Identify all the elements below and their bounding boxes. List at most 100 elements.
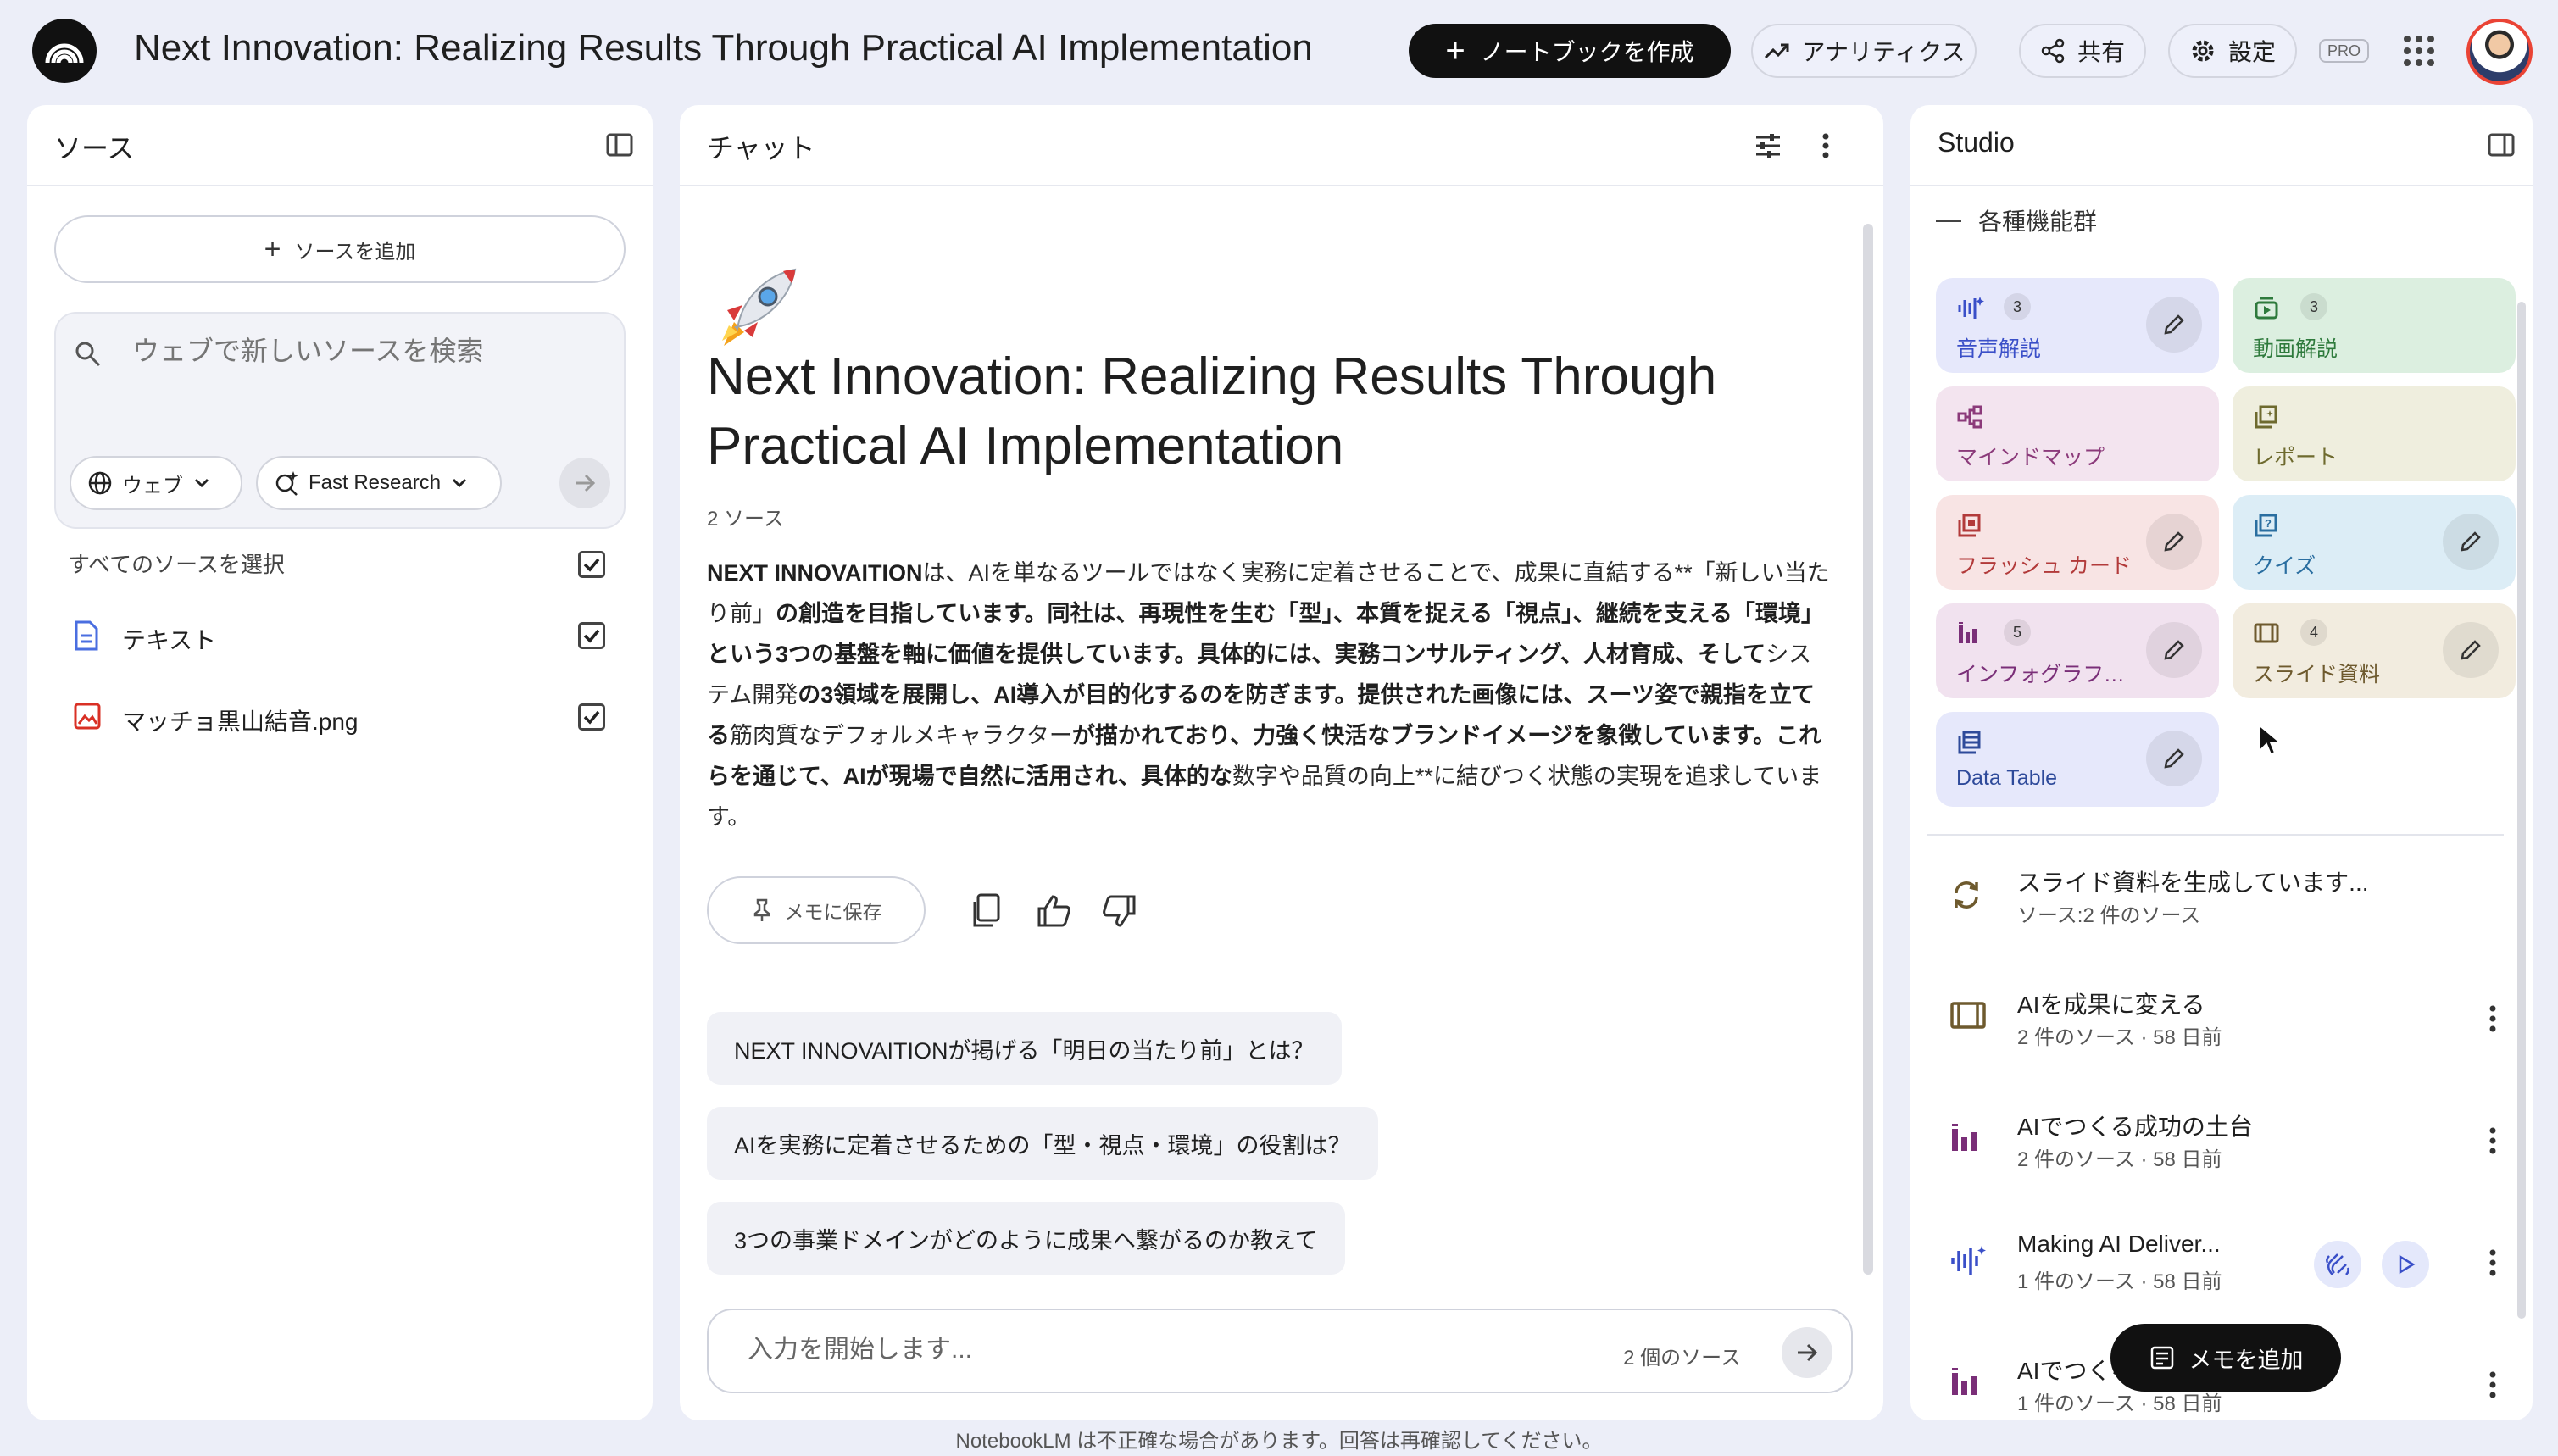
chat-input[interactable] <box>748 1336 1510 1364</box>
web-scope-dropdown[interactable]: ウェブ <box>70 456 242 510</box>
research-mode-dropdown[interactable]: Fast Research <box>256 456 502 510</box>
edit-button[interactable] <box>2146 514 2202 570</box>
disclaimer-footer: NotebookLM は不正確な場合があります。回答は再確認してください。 <box>955 1430 1603 1453</box>
quiz-icon: ? <box>2255 514 2277 537</box>
chat-header: チャット <box>680 105 1883 186</box>
sources-panel: ソース + ソースを追加 ウェブ Fast Research すべてのソースを選… <box>27 105 653 1420</box>
more-vert-icon[interactable] <box>2488 1246 2497 1280</box>
edit-button[interactable] <box>2443 514 2499 570</box>
add-memo-label: メモを追加 <box>2188 1347 2304 1373</box>
pencil-icon <box>2164 314 2184 335</box>
settings-button[interactable]: 設定 <box>2168 24 2297 78</box>
studio-scrollbar[interactable] <box>2517 302 2526 1319</box>
audio-overview-tile[interactable]: 3 音声解説 <box>1936 278 2219 373</box>
suggested-question[interactable]: NEXT INNOVAITIONが掲げる「明日の当たり前」とは？ <box>707 1012 1342 1085</box>
tune-icon[interactable] <box>1753 131 1783 161</box>
note-item[interactable]: AIでつくる成功の土台 2 件のソース · 58 日前 <box>1910 1090 2533 1200</box>
tile-label: スライド資料 <box>2253 663 2381 686</box>
image-icon <box>74 703 101 730</box>
studio-header: Studio <box>1910 105 2533 186</box>
share-label: 共有 <box>2077 39 2125 65</box>
note-title: Making AI Deliver... <box>2017 1231 2221 1257</box>
check-icon <box>583 629 600 643</box>
collapse-dash-icon <box>1936 219 1961 222</box>
source-name: マッチョ黒山結音.png <box>122 709 359 735</box>
play-button[interactable] <box>2382 1241 2429 1288</box>
more-vert-icon[interactable] <box>2488 1124 2497 1158</box>
sources-header: ソース <box>27 105 653 186</box>
report-tile[interactable]: レポート <box>2233 386 2516 481</box>
tile-count-badge: 3 <box>2004 293 2031 320</box>
edit-button[interactable] <box>2146 731 2202 786</box>
chat-summary: NEXT INNOVAITIONは、AIを単なるツールではなく実務に定着させるこ… <box>707 560 1830 830</box>
data-table-tile[interactable]: Data Table <box>1936 712 2219 807</box>
send-button[interactable] <box>1782 1327 1832 1378</box>
source-checkbox[interactable] <box>578 622 605 649</box>
check-icon <box>583 710 600 725</box>
analytics-button[interactable]: アナリティクス <box>1751 24 1977 78</box>
quiz-tile[interactable]: ? クイズ <box>2233 495 2516 590</box>
thumbs-up-icon[interactable] <box>1034 892 1073 931</box>
check-icon <box>583 558 600 572</box>
more-vert-icon[interactable] <box>1821 131 1831 161</box>
apps-grid-icon[interactable] <box>2404 36 2434 66</box>
infographic-tile[interactable]: 5 インフォグラフィ... <box>1936 603 2219 698</box>
video-icon <box>2255 297 2278 320</box>
more-vert-icon[interactable] <box>2488 1002 2497 1036</box>
save-to-memo-button[interactable]: メモに保存 <box>707 876 926 944</box>
edit-button[interactable] <box>2146 297 2202 353</box>
chat-scrollbar[interactable] <box>1863 224 1873 1275</box>
more-vert-icon[interactable] <box>2488 1368 2497 1402</box>
settings-label: 設定 <box>2227 39 2276 65</box>
collapse-panel-icon[interactable] <box>2487 131 2516 159</box>
suggested-question[interactable]: AIを実務に定着させるための「型・視点・環境」の役割は？ <box>707 1107 1378 1180</box>
copy-icon[interactable] <box>968 892 1007 931</box>
interactive-mode-button[interactable] <box>2314 1241 2361 1288</box>
web-search-box: ウェブ Fast Research <box>54 312 626 529</box>
search-submit-button[interactable] <box>559 458 610 508</box>
trending-up-icon <box>1764 43 1789 59</box>
tile-label: マインドマップ <box>1956 446 2105 470</box>
notebooklm-logo[interactable] <box>32 19 97 83</box>
avatar[interactable] <box>2466 19 2533 85</box>
note-item[interactable]: AIを成果に変える 2 件のソース · 58 日前 <box>1910 968 2533 1078</box>
tile-label: レポート <box>2253 446 2338 470</box>
arrow-right-icon <box>576 474 596 492</box>
edit-button[interactable] <box>2146 622 2202 678</box>
app-header: Next Innovation: Realizing Results Throu… <box>0 0 2558 102</box>
chevron-down-icon <box>453 478 467 488</box>
web-search-input[interactable] <box>132 336 590 367</box>
notebook-title[interactable]: Next Innovation: Realizing Results Throu… <box>134 27 1313 69</box>
thumbs-down-icon[interactable] <box>1100 892 1139 931</box>
share-button[interactable]: 共有 <box>2019 24 2146 78</box>
note-title: スライド資料を生成しています... <box>2017 870 2369 896</box>
note-title: AIを成果に変える <box>2017 992 2205 1018</box>
note-subtitle: ソース:2 件のソース <box>2017 904 2201 927</box>
video-overview-tile[interactable]: 3 動画解説 <box>2233 278 2516 373</box>
create-notebook-label: ノートブックを作成 <box>1480 39 1694 65</box>
chevron-down-icon <box>194 478 209 488</box>
source-checkbox[interactable] <box>578 703 605 731</box>
gear-icon <box>2192 40 2214 62</box>
source-item[interactable]: マッチョ黒山結音.png <box>27 683 653 751</box>
collapse-panel-icon[interactable] <box>605 131 634 159</box>
add-source-button[interactable]: + ソースを追加 <box>54 215 626 283</box>
flashcard-tile[interactable]: フラッシュ カード <box>1936 495 2219 590</box>
select-all-checkbox[interactable] <box>578 551 605 578</box>
chat-input-box: 2 個のソース <box>707 1309 1853 1393</box>
slides-tile[interactable]: 4 スライド資料 <box>2233 603 2516 698</box>
create-notebook-button[interactable]: + ノートブックを作成 <box>1409 24 1731 78</box>
arrow-right-icon <box>1798 1343 1818 1362</box>
analytics-label: アナリティクス <box>1801 39 1966 65</box>
edit-button[interactable] <box>2443 622 2499 678</box>
tile-label: 動画解説 <box>2253 337 2338 361</box>
add-memo-button[interactable]: メモを追加 <box>2110 1324 2341 1392</box>
feature-group-toggle[interactable]: 各種機能群 <box>1936 203 2097 237</box>
slides-icon <box>2254 623 2279 643</box>
suggested-question[interactable]: 3つの事業ドメインがどのように成果へ繋がるのか教えて <box>707 1202 1345 1275</box>
infographic-icon <box>1952 1368 1977 1395</box>
note-item-generating[interactable]: スライド資料を生成しています... ソース:2 件のソース <box>1910 846 2533 956</box>
mindmap-tile[interactable]: マインドマップ <box>1936 386 2219 481</box>
note-item[interactable]: Making AI Deliver... 1 件のソース · 58 日前 <box>1910 1212 2533 1322</box>
source-item[interactable]: テキスト <box>27 602 653 670</box>
